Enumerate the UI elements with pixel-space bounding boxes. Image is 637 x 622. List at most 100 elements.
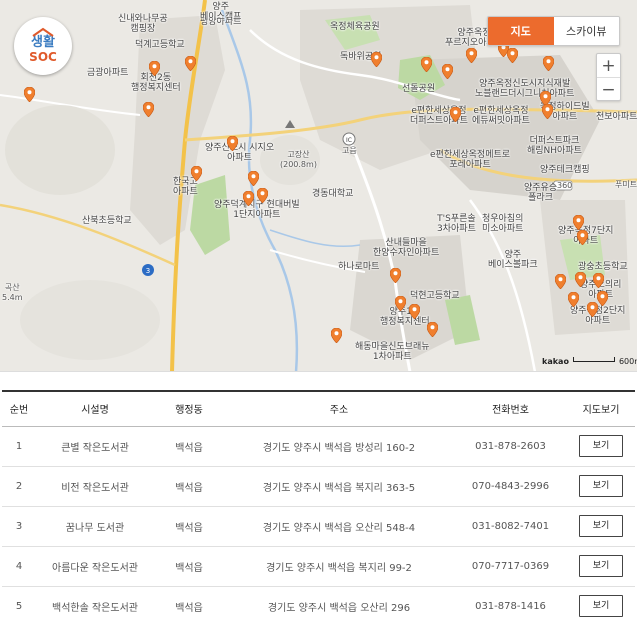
- map-label: 경동대학교: [312, 189, 354, 199]
- map-type-skyview-button[interactable]: 스카이뷰: [553, 17, 619, 45]
- header-map-view: 지도보기: [582, 405, 620, 417]
- map-pin-icon[interactable]: [568, 292, 579, 307]
- cell-action: 보기: [567, 586, 635, 622]
- map-label: 양주옥정신도시지식재발 노블랜드더시그니처아파트: [475, 79, 575, 99]
- logo-text-line2: SOC: [29, 50, 57, 64]
- map-label: 광숭초등학교: [578, 262, 628, 272]
- map-pin-icon[interactable]: [593, 273, 604, 288]
- cell-name: 비전 작은도서관: [36, 466, 154, 507]
- map-pin-icon[interactable]: [577, 230, 588, 245]
- map-pin-icon[interactable]: [227, 136, 238, 151]
- map-view[interactable]: 3 IC 신내와나무공 캠핑장 덕계고등학교 금광아파트 회천2동 행정복지센터 평…: [0, 0, 637, 372]
- cell-phone: 070-4843-2996: [454, 466, 567, 507]
- map-pin-icon[interactable]: [597, 291, 608, 306]
- table-row: 4 아름다운 작은도서관 백석읍 경기도 양주시 백석읍 복지리 99-2 07…: [2, 546, 635, 587]
- cell-address: 경기도 양주시 백석읍 복지리 99-2: [224, 546, 454, 587]
- map-label: 더퍼스트파크 해링NH아파트: [527, 136, 582, 156]
- map-pin-icon[interactable]: [450, 107, 461, 122]
- cell-no: 1: [2, 426, 36, 467]
- map-type-map-button[interactable]: 지도: [488, 17, 554, 45]
- cell-no: 2: [2, 466, 36, 507]
- header-phone: 전화번호: [492, 405, 529, 417]
- map-pin-icon[interactable]: [149, 61, 160, 76]
- cell-dong: 백석읍: [154, 586, 224, 622]
- map-label: e편한세상옥정 에듀써밋아파트: [472, 106, 530, 126]
- map-label: 양주테크캠핑: [540, 165, 590, 175]
- map-pin-icon[interactable]: [371, 52, 382, 67]
- map-label: 양주 베이스볼파크: [488, 250, 538, 270]
- view-on-map-button[interactable]: 보기: [579, 475, 623, 497]
- map-pin-icon[interactable]: [390, 268, 401, 283]
- cell-dong: 백석읍: [154, 546, 224, 587]
- map-pin-icon[interactable]: [543, 56, 554, 71]
- map-pin-icon[interactable]: [555, 274, 566, 289]
- cell-phone: 031-878-1416: [454, 586, 567, 622]
- map-pin-icon[interactable]: [24, 87, 35, 102]
- header-no: 순번: [9, 405, 29, 417]
- cell-no: 4: [2, 546, 36, 587]
- map-label: 청우아침의 미소아파트: [482, 214, 524, 234]
- map-pin-icon[interactable]: [427, 322, 438, 337]
- cell-phone: 070-7717-0369: [454, 546, 567, 587]
- zoom-out-button[interactable]: −: [597, 78, 620, 101]
- map-type-toggle: 지도 스카이뷰: [487, 16, 620, 46]
- map-pin-icon[interactable]: [257, 188, 268, 203]
- cell-address: 경기도 양주시 백석읍 방성리 160-2: [224, 426, 454, 467]
- table-header-row: 순번 시설명 행정동 주소 전화번호 지도보기: [2, 391, 635, 426]
- map-scale: kakao 600m: [542, 355, 637, 367]
- map-pin-icon[interactable]: [331, 328, 342, 343]
- zoom-in-button[interactable]: +: [597, 54, 620, 77]
- map-pin-icon[interactable]: [191, 166, 202, 181]
- cell-name: 꿈나무 도서관: [36, 506, 154, 547]
- map-pin-icon[interactable]: [185, 56, 196, 71]
- zoom-control: + −: [596, 53, 621, 101]
- map-label: 회천2동 행정복지센터: [131, 73, 181, 93]
- logo-text-line1: 생활: [31, 35, 55, 50]
- map-label: T'S푸른솔 3차아파트: [437, 214, 476, 234]
- map-pin-icon[interactable]: [573, 215, 584, 230]
- cell-phone: 031-8082-7401: [454, 506, 567, 547]
- map-pin-icon[interactable]: [575, 272, 586, 287]
- table-row: 5 백석한솔 작은도서관 백석읍 경기도 양주시 백석읍 오산리 296 031…: [2, 586, 635, 622]
- view-on-map-button[interactable]: 보기: [579, 435, 623, 457]
- header-name: 시설명: [81, 405, 109, 417]
- table-row: 2 비전 작은도서관 백석읍 경기도 양주시 백석읍 복지리 363-5 070…: [2, 466, 635, 507]
- map-label: 하나로마트: [338, 262, 380, 272]
- kakao-logo: kakao: [542, 356, 569, 366]
- map-pin-icon[interactable]: [248, 171, 259, 186]
- view-on-map-button[interactable]: 보기: [579, 595, 623, 617]
- map-pin-icon[interactable]: [421, 57, 432, 72]
- map-label: 양주덕계지구 현대버빌 1단지아파트: [214, 200, 300, 220]
- cell-address: 경기도 양주시 백석읍 복지리 363-5: [224, 466, 454, 507]
- svg-text:3: 3: [146, 267, 150, 275]
- map-pin-icon[interactable]: [542, 104, 553, 119]
- map-pin-icon[interactable]: [143, 102, 154, 117]
- house-roof-icon: [32, 27, 54, 37]
- facility-list: 순번 시설명 행정동 주소 전화번호 지도보기 1 큰별 작은도서관 백석읍 경…: [2, 390, 635, 622]
- cell-name: 큰별 작은도서관: [36, 426, 154, 467]
- saenghwal-soc-logo: 생활 SOC: [14, 17, 72, 75]
- table-row: 3 꿈나무 도서관 백석읍 경기도 양주시 백석읍 오산리 548-4 031-…: [2, 506, 635, 547]
- cell-no: 5: [2, 586, 36, 622]
- map-pin-icon[interactable]: [243, 191, 254, 206]
- table-row: 1 큰별 작은도서관 백석읍 경기도 양주시 백석읍 방성리 160-2 031…: [2, 426, 635, 467]
- cell-action: 보기: [567, 506, 635, 547]
- cell-action: 보기: [567, 466, 635, 507]
- map-label: 양주신도시 시지오 아파트: [205, 143, 275, 163]
- map-label: 덕계고등학교: [135, 40, 185, 50]
- view-on-map-button[interactable]: 보기: [579, 515, 623, 537]
- map-pin-icon[interactable]: [409, 304, 420, 319]
- map-label: 덕현고등학교: [410, 291, 460, 301]
- map-pin-icon[interactable]: [507, 48, 518, 63]
- map-pin-icon[interactable]: [587, 302, 598, 317]
- view-on-map-button[interactable]: 보기: [579, 555, 623, 577]
- cell-dong: 백석읍: [154, 426, 224, 467]
- map-label: 고읍: [342, 146, 357, 155]
- map-pin-icon[interactable]: [395, 296, 406, 311]
- map-label: 옥정체육공원: [330, 22, 380, 32]
- map-pin-icon[interactable]: [466, 48, 477, 63]
- map-pin-icon[interactable]: [442, 64, 453, 79]
- svg-text:IC: IC: [346, 137, 352, 144]
- map-label: 양주유승 폴라크: [524, 183, 558, 203]
- cell-action: 보기: [567, 426, 635, 467]
